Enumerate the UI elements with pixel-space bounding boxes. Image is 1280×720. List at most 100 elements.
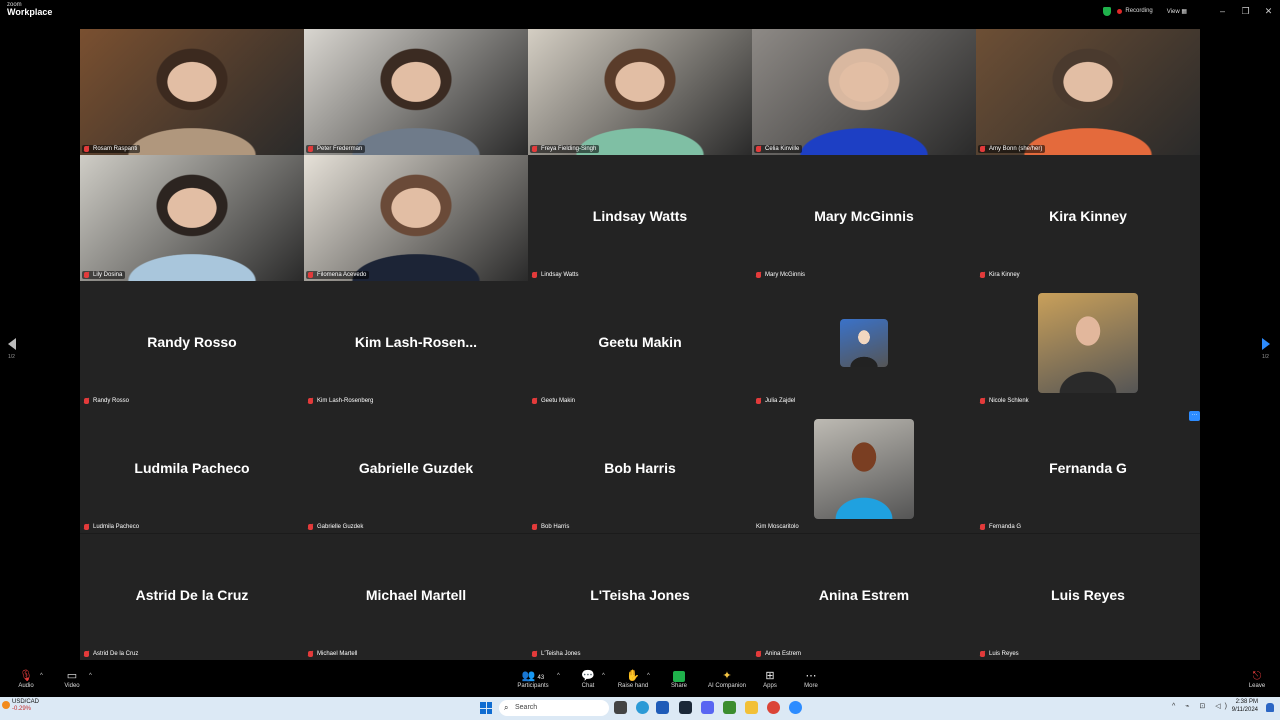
mic-muted-icon [84,524,89,530]
zoom-app-icon[interactable] [789,701,802,714]
participant-tile[interactable]: Bob Harris Bob Harris [528,407,752,533]
share-button[interactable]: Share [667,669,691,689]
next-page-button[interactable]: 1/2 [1262,338,1270,360]
windows-start-icon[interactable] [480,702,492,714]
participant-name: Anina Estrem [765,651,802,657]
mic-muted-icon [532,272,537,278]
chrome-icon[interactable] [767,701,780,714]
participant-tile[interactable]: Filomena Acevedo [304,155,528,281]
participant-tile[interactable]: Nicole Schlenk [976,281,1200,407]
participant-display-name: Fernanda G [1049,460,1127,476]
participant-display-name: Mary McGinnis [814,208,914,224]
apps-button[interactable]: ⊞ Apps [760,669,780,689]
participant-tile[interactable]: Kim Lash-Rosen... Kim Lash-Rosenberg [304,281,528,407]
participant-tile[interactable]: Lily Dosina [80,155,304,281]
participant-name-label: Geetu Makin [530,397,578,405]
participant-display-name: Astrid De la Cruz [135,587,249,603]
participant-tile[interactable]: Astrid De la Cruz Astrid De la Cruz [80,534,304,660]
mic-muted-icon [532,146,537,152]
brand-name: Workplace [7,7,53,17]
view-label: View [1166,8,1180,15]
participant-tile[interactable]: Freya Fielding-Singh [528,29,752,155]
cartoon-avatar [840,319,888,367]
previous-page-button[interactable]: 1/2 [8,338,16,360]
participant-name-label: Kim Lash-Rosenberg [306,397,376,405]
store-icon[interactable] [656,701,669,714]
stock-widget-icon[interactable] [2,701,10,709]
leave-button[interactable]: ⎋ Leave [1246,669,1268,689]
task-view-icon[interactable] [614,701,627,714]
raise-hand-button[interactable]: ✋ Raise hand [616,669,650,689]
participant-tile[interactable]: Mary McGinnis Mary McGinnis [752,155,976,281]
participant-tile[interactable]: Ludmila Pacheco Ludmila Pacheco [80,407,304,533]
file-explorer-icon[interactable] [745,701,758,714]
participant-tile[interactable]: Rosam Raspanti [80,29,304,155]
discord-icon[interactable] [701,701,714,714]
mic-muted-icon [84,272,89,278]
participant-tile[interactable]: Kim Moscaritolo [752,407,976,533]
participant-name-label: Nicole Schlenk [978,397,1032,405]
participant-tile[interactable]: Julia Zajdel [752,281,976,407]
taskbar-search[interactable]: ⌕ Search [499,700,609,716]
mic-muted-icon [308,146,313,152]
participant-tile[interactable]: Gabrielle Guzdek Gabrielle Guzdek [304,407,528,533]
participant-tile[interactable]: Anina Estrem Anina Estrem [752,534,976,660]
chat-options-caret[interactable]: ^ [602,673,605,679]
participant-name-label: Kira Kinney [978,271,1023,279]
minimize-button[interactable]: – [1211,6,1234,16]
participant-display-name: Anina Estrem [818,587,910,603]
video-options-caret[interactable]: ^ [89,673,92,679]
participant-tile[interactable]: Peter Frederman [304,29,528,155]
arrow-left-icon [8,338,16,350]
audio-button[interactable]: 🎙 Audio [14,669,38,689]
recording-indicator[interactable]: Recording [1125,8,1152,14]
view-button[interactable]: View ▦ [1167,8,1187,15]
mic-muted-icon [980,398,985,404]
participant-name-label: Gabrielle Guzdek [306,523,366,531]
video-button[interactable]: ▭ Video [60,669,84,689]
close-button[interactable]: ✕ [1257,6,1280,17]
reactions-options-caret[interactable]: ^ [647,673,650,679]
restore-button[interactable]: ❐ [1234,6,1257,17]
participant-tile[interactable]: Celia Kinville [752,29,976,155]
participant-tile[interactable]: Kira Kinney Kira Kinney [976,155,1200,281]
mic-muted-icon [756,651,761,657]
clock[interactable]: 2:38 PM 9/11/2024 [1232,699,1258,715]
participant-tile[interactable]: Amy Bonn (she/her) [976,29,1200,155]
stock-widget[interactable]: USD/CAD -0.29% [12,699,39,713]
share-label: Share [670,683,687,689]
page-indicator-left: 1/2 [8,354,15,360]
mic-muted-icon: 🎙 [19,670,33,682]
more-button[interactable]: ⋯ More [801,669,821,689]
mic-muted-icon [532,651,537,657]
participant-name: Bob Harris [541,524,570,530]
edge-browser-icon[interactable] [636,701,649,714]
ai-companion-button[interactable]: ✦ AI Companion [706,669,748,689]
participant-tile[interactable]: Geetu Makin Geetu Makin [528,281,752,407]
participant-tile[interactable]: Lindsay Watts Lindsay Watts [528,155,752,281]
participant-name: Gabrielle Guzdek [317,524,364,530]
arrow-right-icon [1262,338,1270,350]
participants-options-caret[interactable]: ^ [557,673,560,679]
participant-video [80,29,304,155]
participants-button[interactable]: 👥 43 Participants [515,669,551,689]
participant-tile[interactable]: Michael Martell Michael Martell [304,534,528,660]
participant-display-name: Michael Martell [365,587,467,603]
system-tray-icons[interactable]: ^ ⌁ ⊡ ◁) [1172,702,1231,710]
mic-muted-icon [308,651,313,657]
participant-tile[interactable]: Luis Reyes Luis Reyes [976,534,1200,660]
participant-tile[interactable]: L'Teisha Jones L'Teisha Jones [528,534,752,660]
tile-more-options-button[interactable]: ··· [1189,411,1200,421]
notification-bell-icon[interactable] [1266,703,1274,712]
minecraft-icon[interactable] [723,701,736,714]
steam-icon[interactable] [679,701,692,714]
participant-display-name: Lindsay Watts [592,208,688,224]
chat-button[interactable]: 💬 Chat [576,669,600,689]
participant-name: Kim Lash-Rosenberg [317,398,374,404]
audio-options-caret[interactable]: ^ [40,673,43,679]
participant-tile[interactable]: Randy Rosso Randy Rosso [80,281,304,407]
participant-name-label: Peter Frederman [306,145,366,153]
grid-icon: ▦ [1181,8,1187,15]
encryption-shield-icon[interactable] [1103,6,1112,16]
participant-tile[interactable]: Fernanda G Fernanda G [976,407,1200,533]
